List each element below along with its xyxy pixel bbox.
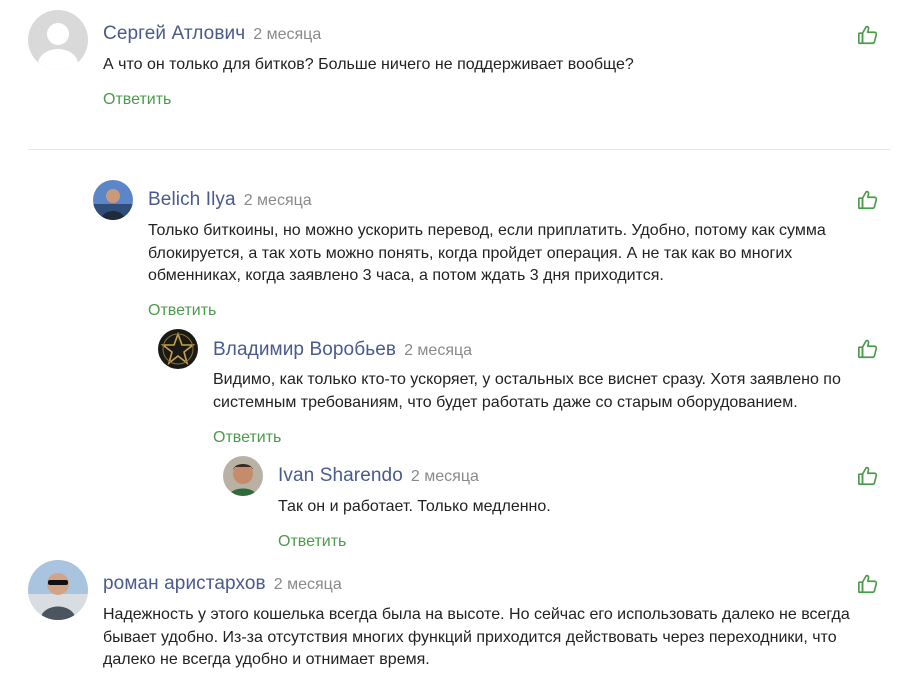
reply-button[interactable]: Ответить xyxy=(213,429,281,447)
avatar[interactable] xyxy=(28,10,88,70)
avatar[interactable] xyxy=(93,180,133,220)
comment-date: 2 месяца xyxy=(273,576,342,593)
like-button[interactable] xyxy=(857,465,879,487)
thumbs-up-icon xyxy=(858,574,878,594)
comment-author[interactable]: Belich Ilya xyxy=(148,189,236,210)
reply-button[interactable]: Ответить xyxy=(148,302,216,320)
comment-divider xyxy=(28,149,890,150)
comment-date: 2 месяца xyxy=(404,342,473,359)
user-photo-icon xyxy=(28,560,88,620)
comment-text: Так он и работает. Только медленно. xyxy=(278,498,551,515)
thumbs-up-icon xyxy=(858,339,878,359)
comment-text: Видимо, как только кто-то ускоряет, у ос… xyxy=(213,371,841,411)
like-button[interactable] xyxy=(857,189,879,211)
user-photo-icon xyxy=(93,180,133,220)
comment-date: 2 месяца xyxy=(243,192,312,209)
thumbs-up-icon xyxy=(858,25,878,45)
comment-1: Сергей Атлович 2 месяца А что он только д… xyxy=(28,10,915,120)
avatar[interactable] xyxy=(223,456,263,496)
thumbs-up-icon xyxy=(858,466,878,486)
like-button[interactable] xyxy=(857,338,879,360)
comment-author[interactable]: Сергей Атлович xyxy=(103,23,245,44)
avatar[interactable] xyxy=(158,329,198,369)
thumbs-up-icon xyxy=(858,190,878,210)
comment-text: Надежность у этого кошелька всегда была … xyxy=(103,606,850,668)
star-emblem-icon xyxy=(158,329,198,369)
comment-date: 2 месяца xyxy=(253,26,322,43)
comment-date: 2 месяца xyxy=(410,468,479,485)
comment-text: Только биткоины, но можно ускорить перев… xyxy=(148,222,826,284)
comment-author[interactable]: роман аристархов xyxy=(103,573,266,594)
comment-5: роман аристархов 2 месяца Надежность у эт… xyxy=(28,560,915,674)
like-button[interactable] xyxy=(857,24,879,46)
user-photo-icon xyxy=(223,456,263,496)
comment-text: А что он только для битков? Больше ничег… xyxy=(103,56,634,73)
comment-author[interactable]: Владимир Воробьев xyxy=(213,339,396,360)
comment-2: Belich Ilya 2 месяца Только биткоины, но … xyxy=(93,180,915,330)
default-user-avatar-icon xyxy=(28,10,88,70)
reply-button[interactable]: Ответить xyxy=(103,91,171,109)
reply-button[interactable]: Ответить xyxy=(278,533,346,551)
like-button[interactable] xyxy=(857,573,879,595)
comment-3: Владимир Воробьев 2 месяца Видимо, как то… xyxy=(158,329,915,454)
comment-author[interactable]: Ivan Sharendo xyxy=(278,465,403,486)
avatar[interactable] xyxy=(28,560,88,620)
comment-4: Ivan Sharendo 2 месяца Так он и работает.… xyxy=(223,456,915,556)
